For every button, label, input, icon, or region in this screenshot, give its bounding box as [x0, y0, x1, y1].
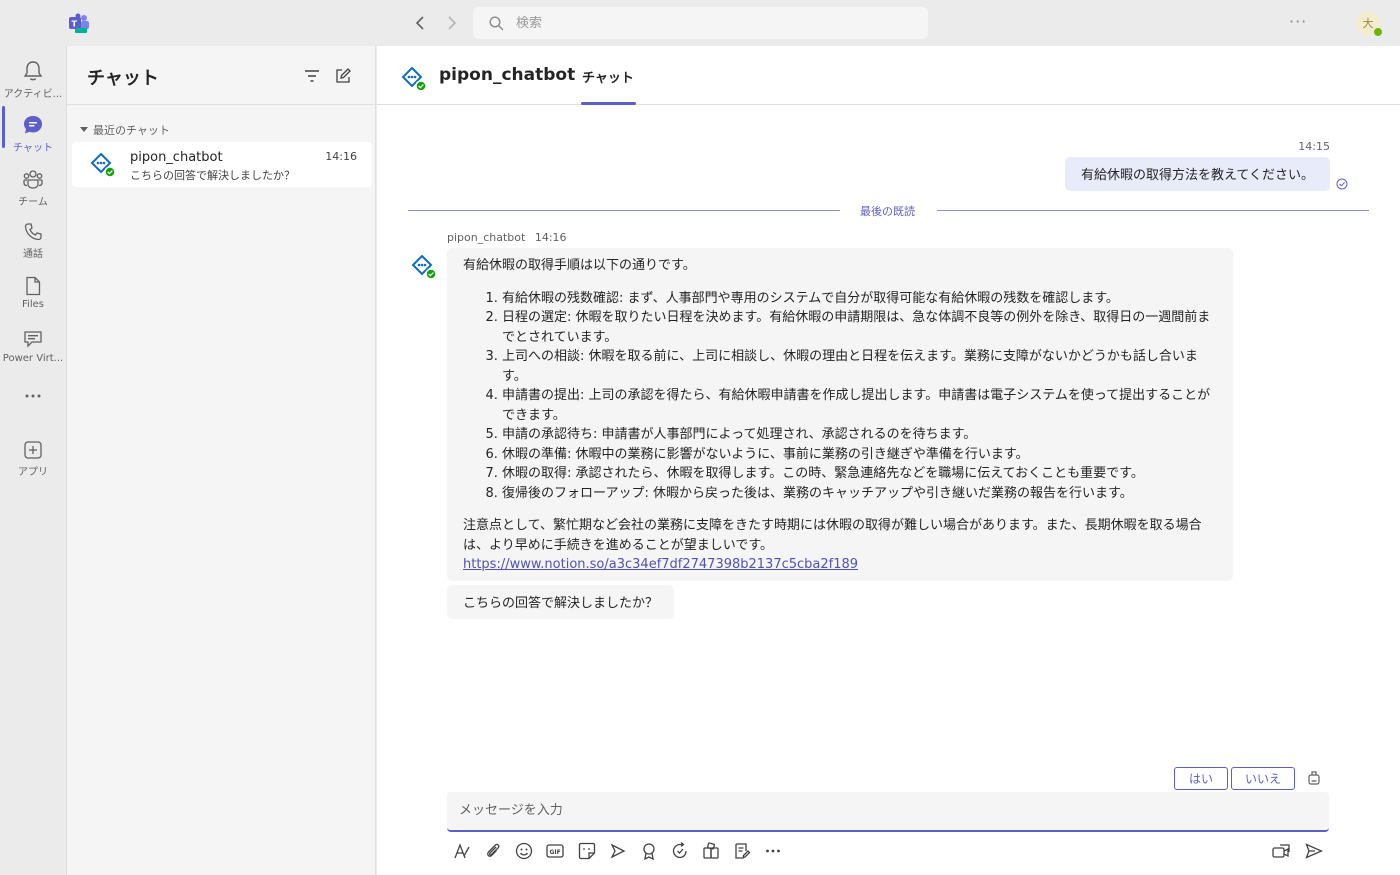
read-receipt-icon — [1336, 178, 1348, 190]
suggestion-no-button[interactable]: いいえ — [1231, 767, 1295, 790]
chat-header: pipon_chatbot チャット — [377, 46, 1400, 105]
chat-header-name: pipon_chatbot — [439, 65, 576, 85]
bot-followup-bubble[interactable]: こちらの回答で解決しましたか？ — [447, 585, 675, 619]
chat-preview: こちらの回答で解決しましたか？ — [130, 169, 295, 182]
schedule-meeting-icon[interactable] — [608, 841, 628, 861]
svg-text:T: T — [72, 20, 78, 29]
chat-icon — [24, 116, 42, 134]
bot-message-bubble[interactable]: 有給休暇の取得手順は以下の通りです。 有給休暇の残数確認: まず、人事部門や専用… — [447, 248, 1233, 581]
bot-avatar-icon — [411, 254, 437, 280]
bell-icon — [23, 61, 43, 81]
more-options-icon[interactable]: ··· — [1289, 12, 1307, 31]
new-chat-icon[interactable] — [333, 66, 353, 86]
gif-icon[interactable]: GIF — [545, 841, 565, 861]
avatar-initial: 大 — [1362, 17, 1374, 30]
last-read-divider — [937, 210, 1369, 211]
step-item: 日程の選定: 休暇を取りたい日程を決めます。有給休暇の申請期限は、急な体調不良等… — [502, 308, 1217, 347]
step-item: 有給休暇の残数確認: まず、人事部門や専用のシステムで自分が取得可能な有給休暇の… — [502, 289, 1217, 309]
chat-time: 14:16 — [325, 150, 357, 163]
praise-icon[interactable] — [639, 841, 659, 861]
recent-chats-section[interactable]: 最近のチャット — [80, 122, 170, 138]
rail-item-label: 通話 — [23, 249, 43, 260]
tab-chat[interactable]: チャット — [582, 67, 634, 86]
rail-item-label: Files — [22, 299, 44, 310]
rail-item-label: チャット — [13, 143, 53, 154]
app-rail: アクティビ... チャット チーム 通話 Files Power Virt...… — [0, 46, 66, 875]
send-icon[interactable] — [1304, 841, 1324, 861]
format-icon[interactable] — [452, 841, 472, 861]
title-bar: T ··· 大 — [0, 0, 1400, 46]
rail-item-label: Power Virt... — [2, 353, 64, 364]
loop-icon[interactable] — [670, 841, 690, 861]
rail-item-label: チーム — [18, 197, 48, 208]
filter-icon[interactable] — [302, 66, 322, 86]
attach-icon[interactable] — [483, 841, 503, 861]
bot-message-meta: pipon_chatbot 14:16 — [447, 231, 567, 244]
step-item: 休暇の準備: 休暇中の業務に影響がないように、事前に業務の引き継ぎや準備を行いま… — [502, 445, 1217, 465]
video-message-icon[interactable] — [1272, 841, 1292, 861]
phone-icon — [24, 223, 42, 241]
chat-main: pipon_chatbot チャット 14:15 有給休暇の取得方法を教えてくだ… — [377, 46, 1400, 875]
step-item: 復帰後のフォローアップ: 休暇から戻った後は、業務のキャッチアップや引き継いだ業… — [502, 484, 1217, 504]
rail-item-more[interactable] — [0, 384, 66, 436]
step-item: 申請書の提出: 上司の承認を得たら、有給休暇申請書を作成し提出します。申請書は電… — [502, 386, 1217, 425]
sticker-icon[interactable] — [577, 841, 597, 861]
svg-text:GIF: GIF — [550, 849, 561, 856]
last-read-label: 最後の既読 — [860, 205, 915, 218]
rail-item-files[interactable]: Files — [0, 268, 66, 320]
tab-active-indicator — [581, 102, 636, 105]
more-actions-icon[interactable] — [763, 841, 783, 861]
chat-list-item[interactable]: pipon_chatbot 14:16 こちらの回答で解決しましたか？ — [72, 142, 372, 187]
chat-name: pipon_chatbot — [130, 150, 223, 165]
message-input[interactable] — [459, 792, 1309, 828]
rail-item-power-virtual-agents[interactable]: Power Virt... — [0, 322, 66, 374]
apps-icon[interactable] — [701, 841, 721, 861]
bot-message-time: 14:16 — [534, 231, 567, 244]
sent-message-time: 14:15 — [1298, 140, 1330, 153]
step-item: 上司への相談: 休暇を取る前に、上司に相談し、休暇の理由と日程を伝えます。業務に… — [502, 347, 1217, 386]
rail-item-chat[interactable]: チャット — [0, 106, 66, 158]
notion-link[interactable]: https://www.notion.so/a3c34ef7df2747398b… — [463, 557, 858, 572]
step-item: 申請の承認待ち: 申請書が人事部門によって処理され、承認されるのを待ちます。 — [502, 425, 1217, 445]
bot-message-intro: 有給休暇の取得手順は以下の通りです。 — [463, 258, 696, 273]
bot-card-icon[interactable] — [1307, 770, 1321, 786]
compose-box[interactable] — [447, 792, 1329, 832]
suggestion-yes-button[interactable]: はい — [1174, 767, 1228, 790]
add-apps-icon — [24, 441, 42, 459]
chat-list-panel: チャット 最近のチャット pipon_chatbot 14:16 こちらの回答で… — [66, 46, 376, 875]
chat-list-header: チャット — [67, 46, 375, 105]
rail-item-activity[interactable]: アクティビ... — [0, 52, 66, 104]
user-avatar[interactable]: 大 — [1356, 11, 1383, 37]
power-virtual-agents-icon — [24, 331, 42, 348]
rail-item-apps[interactable]: アプリ — [0, 432, 66, 484]
rail-item-label: アクティビ... — [3, 89, 63, 100]
search-icon — [489, 15, 504, 30]
emoji-icon[interactable] — [514, 841, 534, 861]
notes-icon[interactable] — [732, 841, 752, 861]
presence-available-icon — [1373, 27, 1383, 37]
sent-message-bubble[interactable]: 有給休暇の取得方法を教えてください。 — [1065, 157, 1330, 191]
search-box[interactable] — [473, 7, 928, 39]
teams-icon — [23, 170, 43, 189]
caret-down-icon — [80, 127, 88, 132]
file-icon — [26, 276, 41, 296]
bot-sender-name: pipon_chatbot — [447, 231, 526, 244]
last-read-divider — [408, 210, 840, 211]
step-item: 休暇の取得: 承認されたら、休暇を取得します。この時、緊急連絡先などを職場に伝え… — [502, 464, 1217, 484]
rail-item-label: アプリ — [18, 467, 48, 478]
section-label: 最近のチャット — [93, 124, 170, 137]
bot-avatar-icon — [401, 66, 427, 92]
teams-logo-icon: T — [69, 13, 89, 33]
steps-list: 有給休暇の残数確認: まず、人事部門や専用のシステムで自分が取得可能な有給休暇の… — [463, 289, 1217, 504]
rail-item-calls[interactable]: 通話 — [0, 214, 66, 266]
bot-avatar-icon — [90, 152, 116, 178]
back-arrow-icon[interactable] — [410, 13, 430, 33]
rail-item-teams[interactable]: チーム — [0, 160, 66, 212]
search-input[interactable] — [516, 15, 896, 31]
more-icon — [25, 394, 41, 398]
bot-message-note: 注意点として、繁忙期など会社の業務に支障をきたす時期には休暇の取得が難しい場合が… — [463, 518, 1202, 553]
chat-list-title: チャット — [87, 68, 159, 89]
forward-arrow-icon[interactable] — [442, 13, 462, 33]
